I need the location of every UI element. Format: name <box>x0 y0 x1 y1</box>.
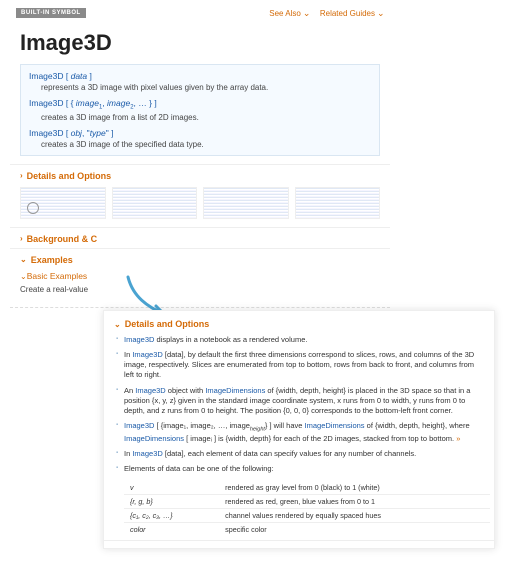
def-key: {r, g, b} <box>124 495 219 509</box>
thumbnail[interactable] <box>295 187 381 219</box>
basic-examples-block: ⌄Basic Examples Create a real-value <box>10 269 390 302</box>
definition-table: v rendered as gray level from 0 (black) … <box>124 481 490 536</box>
chevron-right-icon: › <box>20 171 23 180</box>
section-examples[interactable]: ⌄ Examples <box>10 248 390 269</box>
details-bullets: Image3D displays in a notebook as a rend… <box>114 335 484 536</box>
table-row: {r, g, b} rendered as red, green, blue v… <box>124 495 490 509</box>
synopsis-box: Image3D [ data ] represents a 3D image w… <box>20 64 380 156</box>
signature: Image3D [ { image1, image2, … } ] create… <box>29 98 371 122</box>
bullet-item: Image3D [ {image₁, image₂, …, imageheigh… <box>116 421 482 449</box>
thumbnail[interactable] <box>112 187 198 219</box>
top-links: See Also Related Guides <box>269 9 384 18</box>
signature-head: Image3D [ { image1, image2, … } ] <box>29 98 371 111</box>
def-val: rendered as red, green, blue values from… <box>219 495 490 509</box>
bullet-item: In Image3D [data], each element of data … <box>116 449 482 464</box>
section-details-options[interactable]: › Details and Options <box>10 164 390 185</box>
example-text: Create a real-value <box>20 285 380 294</box>
chevron-down-icon: ⌄ <box>20 255 27 264</box>
table-row: {c₁, c₂, c₃, …} channel values rendered … <box>124 509 490 523</box>
signature-desc: represents a 3D image with pixel values … <box>29 81 371 92</box>
bullet-item: In Image3D [data], by default the first … <box>116 350 482 385</box>
top-bar: BUILT-IN SYMBOL See Also Related Guides <box>10 6 390 20</box>
details-thumbnails <box>10 185 390 227</box>
table-row: v rendered as gray level from 0 (black) … <box>124 481 490 495</box>
signature-desc: creates a 3D image of the specified data… <box>29 138 371 149</box>
related-guides-link[interactable]: Related Guides <box>320 9 384 18</box>
section-label: Details and Options <box>27 171 112 181</box>
chevron-down-icon <box>303 10 310 17</box>
details-overlay-panel: ⌄ Details and Options Image3D displays i… <box>103 310 495 549</box>
basic-examples-heading[interactable]: ⌄Basic Examples <box>20 271 380 281</box>
signature-head: Image3D [ data ] <box>29 71 371 81</box>
signature: Image3D [ obj, "type" ] creates a 3D ima… <box>29 128 371 149</box>
thumbnail[interactable] <box>20 187 106 219</box>
signature-head: Image3D [ obj, "type" ] <box>29 128 371 138</box>
thumbnail[interactable] <box>203 187 289 219</box>
page-title: Image3D <box>10 20 390 64</box>
def-key: color <box>124 523 219 537</box>
torn-edge <box>104 540 494 548</box>
def-val: channel values rendered by equally space… <box>219 509 490 523</box>
more-link[interactable]: » <box>456 434 460 443</box>
see-also-label: See Also <box>269 9 301 18</box>
chevron-down-icon <box>377 10 384 17</box>
def-val: specific color <box>219 523 490 537</box>
def-key: {c₁, c₂, c₃, …} <box>124 509 219 523</box>
def-val: rendered as gray level from 0 (black) to… <box>219 481 490 495</box>
table-row: color specific color <box>124 523 490 537</box>
builtin-badge: BUILT-IN SYMBOL <box>16 8 86 18</box>
signature-desc: creates a 3D image from a list of 2D ima… <box>29 111 371 122</box>
chevron-right-icon: › <box>20 234 23 243</box>
doc-page-back: BUILT-IN SYMBOL See Also Related Guides … <box>10 6 390 308</box>
chevron-down-icon: ⌄ <box>114 320 121 329</box>
def-key: v <box>124 481 219 495</box>
related-guides-label: Related Guides <box>320 9 375 18</box>
section-details-options-expanded[interactable]: ⌄ Details and Options <box>114 317 484 335</box>
see-also-link[interactable]: See Also <box>269 9 310 18</box>
bullet-item: An Image3D object with ImageDimensions o… <box>116 386 482 421</box>
section-label: Details and Options <box>125 319 210 329</box>
section-background[interactable]: › Background & C <box>10 227 390 248</box>
section-label: Examples <box>31 255 73 265</box>
torn-edge <box>10 302 390 308</box>
section-label: Background & C <box>27 234 98 244</box>
signature: Image3D [ data ] represents a 3D image w… <box>29 71 371 92</box>
bullet-item: Image3D displays in a notebook as a rend… <box>116 335 482 350</box>
bullet-item: Elements of data can be one of the follo… <box>116 464 482 479</box>
